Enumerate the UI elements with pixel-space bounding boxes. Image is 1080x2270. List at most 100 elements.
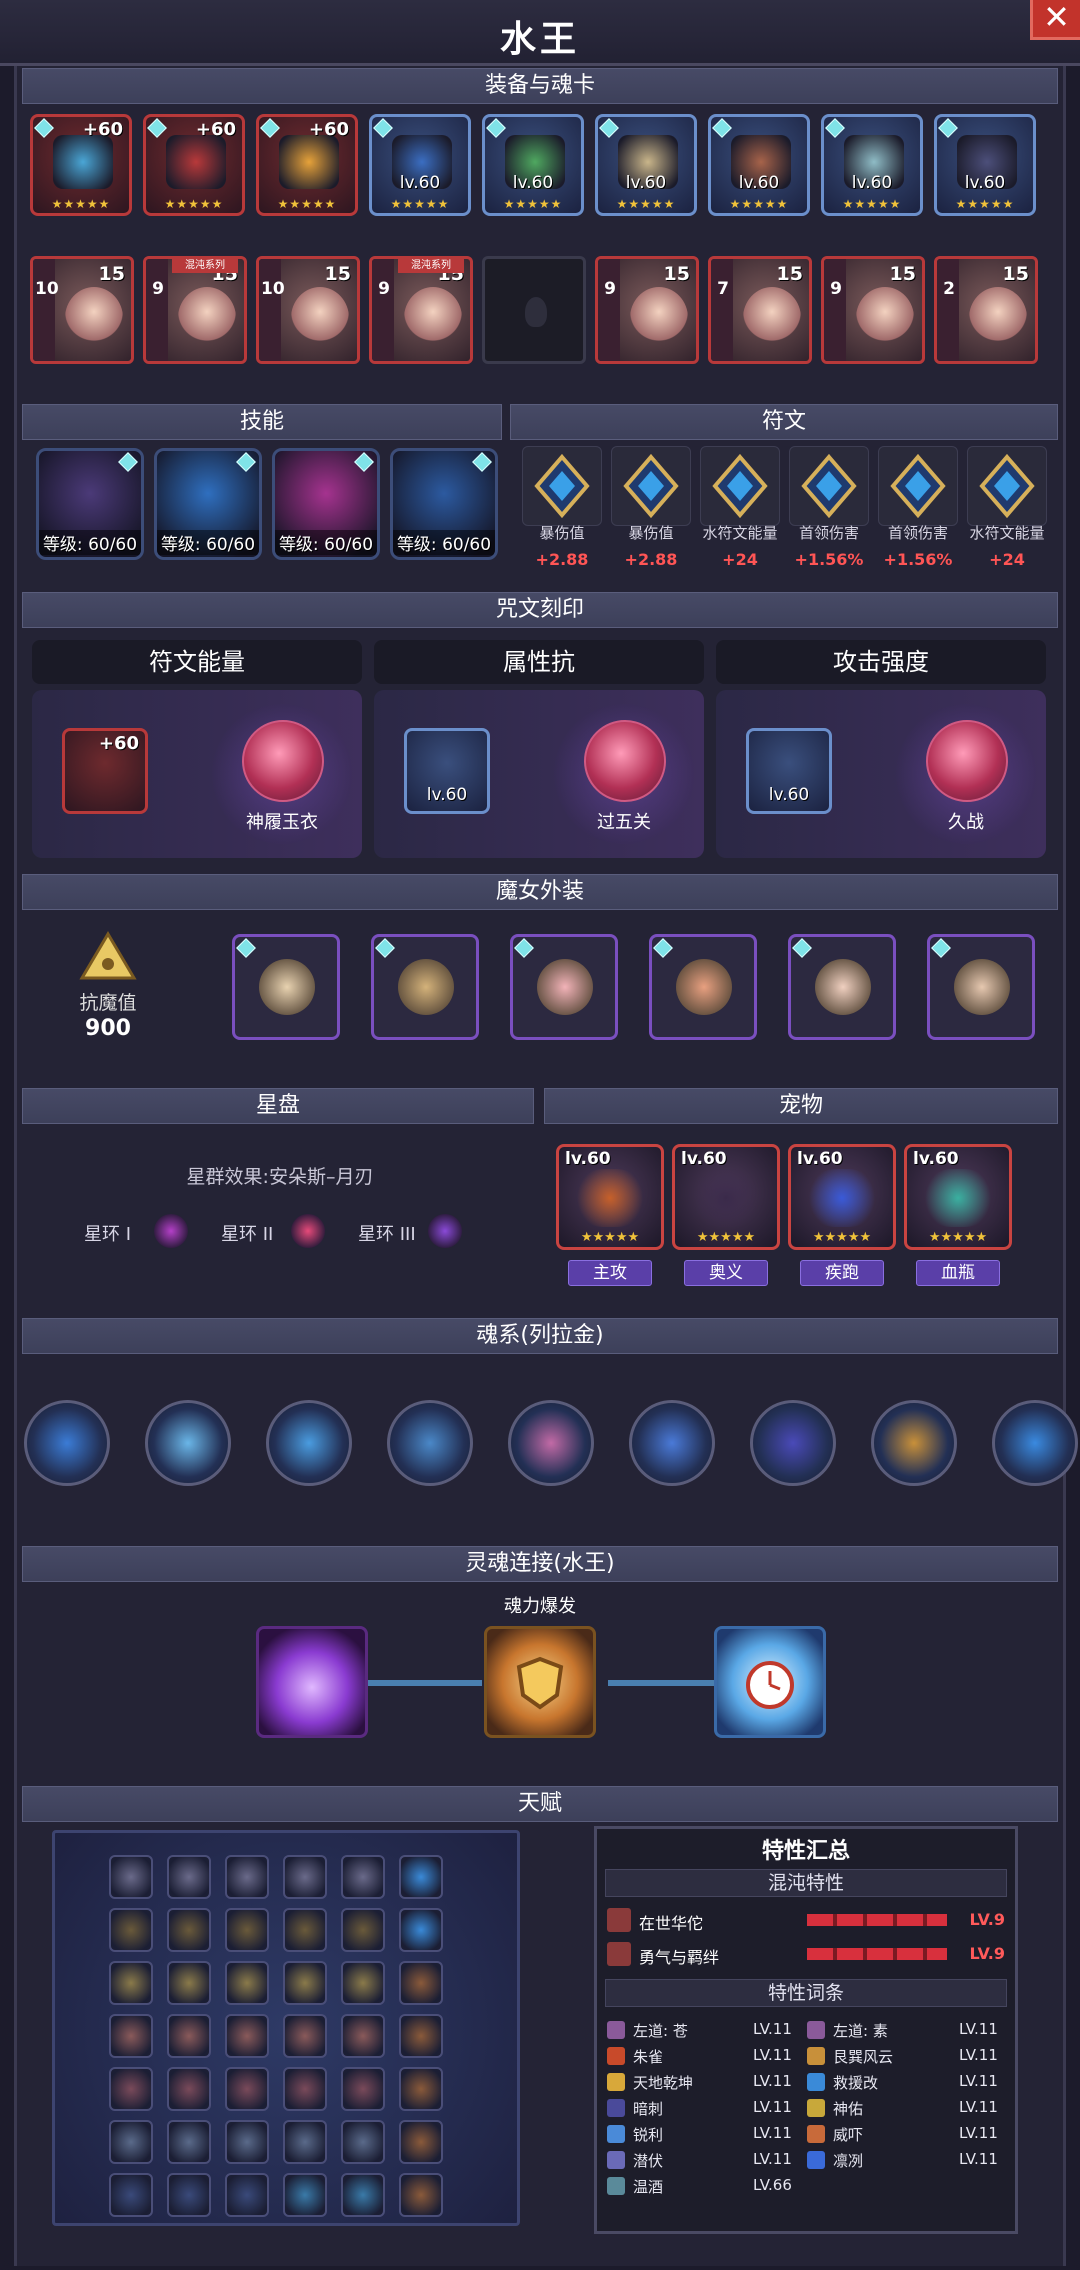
soul-card[interactable]: 7 15: [708, 256, 812, 364]
skill-slot[interactable]: 等级: 60/60: [154, 448, 262, 560]
soul-card[interactable]: 9 15 混沌系列: [143, 256, 247, 364]
rune-slot[interactable]: [878, 446, 958, 526]
soul-node-moon[interactable]: [750, 1400, 836, 1486]
outfit-slot-horns[interactable]: [232, 934, 340, 1040]
star-ring-icon[interactable]: [154, 1214, 188, 1248]
talent-node[interactable]: [399, 1908, 443, 1952]
soul-node-shell[interactable]: [145, 1400, 231, 1486]
talent-node[interactable]: [341, 2014, 385, 2058]
talent-node[interactable]: [109, 2173, 153, 2217]
talent-node[interactable]: [283, 1855, 327, 1899]
talent-node[interactable]: [283, 2067, 327, 2111]
talent-node[interactable]: [399, 2067, 443, 2111]
talent-node[interactable]: [341, 2120, 385, 2164]
talent-node[interactable]: [167, 1961, 211, 2005]
link-node-burst[interactable]: [256, 1626, 368, 1738]
talent-node[interactable]: [283, 2120, 327, 2164]
close-button[interactable]: ✕: [1030, 0, 1080, 40]
link-node-shield[interactable]: [484, 1626, 596, 1738]
soul-card[interactable]: 10 15: [256, 256, 360, 364]
talent-node[interactable]: [341, 1961, 385, 2005]
imprint-item[interactable]: lv.60: [404, 728, 490, 814]
talent-node[interactable]: [225, 1961, 269, 2005]
talent-node[interactable]: [399, 2014, 443, 2058]
talent-node[interactable]: [283, 2173, 327, 2217]
outfit-slot-pouch[interactable]: [927, 934, 1035, 1040]
talent-node[interactable]: [109, 1908, 153, 1952]
talent-node[interactable]: [283, 1908, 327, 1952]
talent-node[interactable]: [341, 2067, 385, 2111]
soul-card[interactable]: 10 15: [30, 256, 134, 364]
equipment-slot[interactable]: lv.60 ★★★★★: [708, 114, 810, 216]
soul-node-blade[interactable]: [629, 1400, 715, 1486]
talent-node[interactable]: [225, 2120, 269, 2164]
talent-node[interactable]: [283, 2014, 327, 2058]
equipment-slot[interactable]: lv.60 ★★★★★: [821, 114, 923, 216]
soul-node-fist[interactable]: [871, 1400, 957, 1486]
rune-slot[interactable]: [611, 446, 691, 526]
equipment-slot[interactable]: lv.60 ★★★★★: [595, 114, 697, 216]
talent-node[interactable]: [283, 1961, 327, 2005]
soul-card[interactable]: 2 15: [934, 256, 1038, 364]
talent-node[interactable]: [167, 1855, 211, 1899]
talent-board[interactable]: [52, 1830, 520, 2226]
talent-node[interactable]: [341, 1855, 385, 1899]
soul-node-axe[interactable]: [266, 1400, 352, 1486]
talent-node[interactable]: [167, 1908, 211, 1952]
outfit-slot-heart[interactable]: [510, 934, 618, 1040]
talent-node[interactable]: [167, 2014, 211, 2058]
soul-card-slot-empty[interactable]: [482, 256, 586, 364]
talent-node[interactable]: [225, 2173, 269, 2217]
soul-node-cannon[interactable]: [992, 1400, 1078, 1486]
talent-node[interactable]: [341, 2173, 385, 2217]
talent-node[interactable]: [341, 1908, 385, 1952]
equipment-slot[interactable]: +60 ★★★★★: [30, 114, 132, 216]
outfit-slot-cross[interactable]: [788, 934, 896, 1040]
rune-slot[interactable]: [789, 446, 869, 526]
rune-slot[interactable]: [700, 446, 780, 526]
equipment-slot[interactable]: +60 ★★★★★: [143, 114, 245, 216]
skill-slot[interactable]: 等级: 60/60: [390, 448, 498, 560]
pet-slot[interactable]: lv.60 ★★★★★: [788, 1144, 896, 1250]
imprint-crystal-icon[interactable]: [926, 720, 1008, 802]
soul-card[interactable]: 9 15: [595, 256, 699, 364]
rune-slot[interactable]: [967, 446, 1047, 526]
talent-node[interactable]: [399, 1961, 443, 2005]
equipment-slot[interactable]: lv.60 ★★★★★: [369, 114, 471, 216]
pet-slot[interactable]: lv.60 ★★★★★: [672, 1144, 780, 1250]
talent-node[interactable]: [399, 2173, 443, 2217]
skill-slot[interactable]: 等级: 60/60: [36, 448, 144, 560]
soul-card[interactable]: 9 15: [821, 256, 925, 364]
outfit-slot-brooch[interactable]: [371, 934, 479, 1040]
talent-node[interactable]: [109, 2120, 153, 2164]
rune-slot[interactable]: [522, 446, 602, 526]
imprint-item[interactable]: lv.60: [746, 728, 832, 814]
talent-node[interactable]: [167, 2173, 211, 2217]
talent-node[interactable]: [109, 1855, 153, 1899]
talent-node[interactable]: [109, 1961, 153, 2005]
soul-node-sword[interactable]: [24, 1400, 110, 1486]
equipment-slot[interactable]: lv.60 ★★★★★: [482, 114, 584, 216]
star-ring-icon[interactable]: [291, 1214, 325, 1248]
soul-card[interactable]: 9 15 混沌系列: [369, 256, 473, 364]
imprint-crystal-icon[interactable]: [584, 720, 666, 802]
imprint-crystal-icon[interactable]: [242, 720, 324, 802]
link-node-clock[interactable]: [714, 1626, 826, 1738]
talent-node[interactable]: [167, 2067, 211, 2111]
talent-node[interactable]: [399, 1855, 443, 1899]
talent-node[interactable]: [225, 1855, 269, 1899]
soul-node-trident[interactable]: [387, 1400, 473, 1486]
outfit-slot-ring[interactable]: [649, 934, 757, 1040]
soul-node-rose[interactable]: [508, 1400, 594, 1486]
skill-slot[interactable]: 等级: 60/60: [272, 448, 380, 560]
equipment-slot[interactable]: lv.60 ★★★★★: [934, 114, 1036, 216]
talent-node[interactable]: [109, 2067, 153, 2111]
star-ring-icon[interactable]: [428, 1214, 462, 1248]
talent-node[interactable]: [225, 2014, 269, 2058]
talent-node[interactable]: [109, 2014, 153, 2058]
talent-node[interactable]: [167, 2120, 211, 2164]
talent-node[interactable]: [225, 2067, 269, 2111]
talent-node[interactable]: [399, 2120, 443, 2164]
equipment-slot[interactable]: +60 ★★★★★: [256, 114, 358, 216]
imprint-item[interactable]: +60: [62, 728, 148, 814]
